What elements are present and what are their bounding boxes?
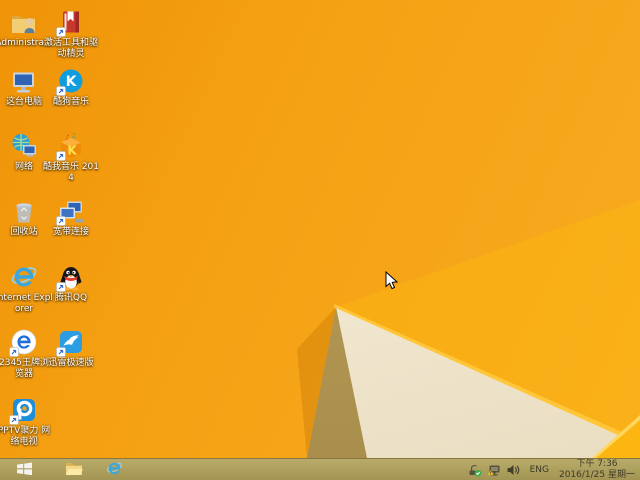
desktop: Administra... 激活工具和驱动精灵 这台电脑 K 酷狗音乐 网络 K… (0, 0, 640, 480)
desktop-icon-label: 迅雷极速版 (42, 358, 100, 369)
broadband-icon (57, 197, 85, 225)
recycle-icon (10, 197, 38, 225)
taskbar: ENG 下午 7:36 2016/1/25 星期一 (0, 458, 640, 480)
folder-icon (65, 461, 83, 478)
desktop-icon-pptv[interactable]: PPTV聚力 网络电视 (0, 396, 53, 448)
shortcut-arrow-icon (56, 282, 66, 292)
svg-text:K: K (67, 144, 77, 158)
file-explorer-button[interactable] (58, 459, 90, 480)
pptv-icon (10, 396, 38, 424)
svg-text:K: K (66, 74, 78, 90)
desktop-icon-kugou-music[interactable]: K 酷狗音乐 (42, 67, 100, 108)
desktop-icon-activation-tool-driver-genie[interactable]: 激活工具和驱动精灵 (42, 8, 100, 60)
desktop-icon-broadband-connection[interactable]: 宽带连接 (42, 197, 100, 238)
desktop-icon-label: 酷狗音乐 (42, 97, 100, 108)
windows-flag-icon (15, 461, 33, 478)
desktop-icon-kuwo-music-2014[interactable]: K ♪♫ 酷我音乐 2014 (42, 132, 100, 184)
mouse-cursor (385, 271, 398, 290)
desktop-icon-label: 酷我音乐 2014 (42, 162, 100, 184)
volume-icon[interactable] (506, 463, 520, 477)
network-status-icon[interactable] (487, 463, 501, 477)
qq-icon (57, 263, 85, 291)
globe-icon (10, 132, 38, 160)
svg-text:♫: ♫ (71, 133, 76, 140)
internet-explorer-icon (106, 460, 123, 480)
shortcut-arrow-icon (56, 86, 66, 96)
svg-text:♪: ♪ (65, 134, 69, 142)
desktop-icon-label: 宽带连接 (42, 227, 100, 238)
clock-time: 下午 7:36 (559, 459, 635, 470)
computer-icon (10, 67, 38, 95)
system-tray: ENG 下午 7:36 2016/1/25 星期一 (468, 459, 640, 480)
internet-explorer-button[interactable] (98, 459, 130, 480)
shortcut-arrow-icon (56, 151, 66, 161)
kugou-icon: K (57, 67, 85, 95)
desktop-icon-label: 腾讯QQ (42, 293, 100, 304)
ie-icon (10, 263, 38, 291)
clock-date: 2016/1/25 星期一 (559, 470, 635, 480)
shortcut-arrow-icon (9, 415, 19, 425)
start-button[interactable] (8, 459, 40, 480)
red-book-icon (57, 8, 85, 36)
shortcut-arrow-icon (9, 347, 19, 357)
shortcut-arrow-icon (56, 216, 66, 226)
e2345-icon (10, 328, 38, 356)
thunder-icon (57, 328, 85, 356)
taskbar-clock[interactable]: 下午 7:36 2016/1/25 星期一 (559, 459, 635, 480)
desktop-icon-label: 激活工具和驱动精灵 (42, 38, 100, 60)
safely-remove-hardware-icon[interactable] (468, 463, 482, 477)
desktop-icon-thunder-speed[interactable]: 迅雷极速版 (42, 328, 100, 369)
language-indicator[interactable]: ENG (525, 465, 554, 475)
folder-user-icon (10, 8, 38, 36)
desktop-icon-label: PPTV聚力 网络电视 (0, 426, 53, 448)
shortcut-arrow-icon (56, 27, 66, 37)
desktop-icon-tencent-qq[interactable]: 腾讯QQ (42, 263, 100, 304)
kuwo-icon: K ♪♫ (57, 132, 85, 160)
shortcut-arrow-icon (56, 347, 66, 357)
